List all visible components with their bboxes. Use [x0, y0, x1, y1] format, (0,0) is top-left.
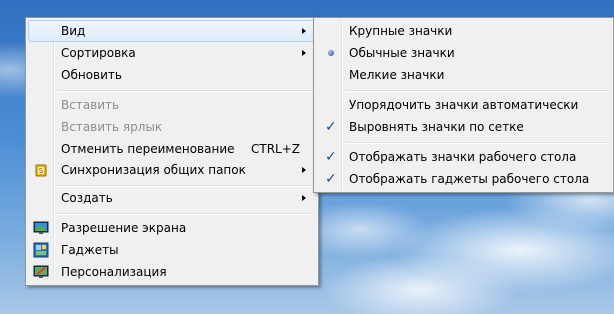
menu-item-label: Отображать значки рабочего стола [349, 150, 577, 164]
menu-item-refresh[interactable]: Обновить [28, 64, 316, 86]
menu-item-undo-rename[interactable]: Отменить переименование CTRL+Z [28, 138, 316, 160]
menu-item-label: Отменить переименование [61, 142, 235, 156]
menu-item-medium-icons[interactable]: Обычные значки [316, 42, 611, 64]
gadgets-icon [33, 242, 49, 258]
menu-item-label: Сортировка [61, 46, 136, 60]
menu-item-large-icons[interactable]: Крупные значки [316, 20, 611, 42]
menu-item-show-gadgets[interactable]: ✓ Отображать гаджеты рабочего стола [316, 168, 611, 190]
menu-item-label: Персонализация [61, 265, 167, 279]
checkmark-icon: ✓ [325, 149, 337, 165]
menu-item-label: Крупные значки [349, 24, 453, 38]
menu-separator [345, 90, 609, 92]
menu-item-small-icons[interactable]: Мелкие значки [316, 64, 611, 86]
menu-item-gadgets[interactable]: Гаджеты [28, 239, 316, 261]
menu-item-label: Мелкие значки [349, 68, 445, 82]
checkmark-icon: ✓ [325, 171, 337, 187]
monitor-icon [33, 221, 49, 234]
menu-item-paste-shortcut[interactable]: Вставить ярлык [28, 116, 316, 138]
menu-item-label: Вставить ярлык [61, 120, 163, 134]
submenu-arrow-icon [302, 28, 306, 34]
menu-item-label: Обычные значки [349, 46, 455, 60]
svg-text:S: S [39, 167, 44, 175]
menu-item-view[interactable]: Вид [28, 20, 316, 42]
sync-folders-icon: S [35, 164, 47, 177]
menu-item-label: Упорядочить значки автоматически [349, 98, 579, 112]
menu-item-screen-resolution[interactable]: Разрешение экрана [28, 217, 316, 239]
menu-item-align-to-grid[interactable]: ✓ Выровнять значки по сетке [316, 116, 611, 138]
menu-item-label: Обновить [61, 68, 122, 82]
menu-item-label: Отображать гаджеты рабочего стола [349, 172, 590, 186]
menu-item-auto-arrange[interactable]: Упорядочить значки автоматически [316, 94, 611, 116]
menu-item-personalize[interactable]: Персонализация [28, 261, 316, 283]
menu-item-label: Создать [61, 191, 113, 205]
menu-item-label: Синхронизация общих папок [61, 163, 246, 177]
menu-item-label: Вид [61, 24, 86, 38]
personalize-icon [33, 265, 49, 278]
menu-item-create[interactable]: Создать [28, 187, 316, 209]
checkmark-icon: ✓ [325, 119, 337, 135]
desktop-context-menu: Вид Сортировка Обновить Вставить Вставит… [25, 17, 319, 286]
radio-bullet-icon [328, 50, 334, 56]
menu-item-label: Гаджеты [61, 243, 119, 257]
view-submenu: Крупные значки Обычные значки Мелкие зна… [313, 17, 614, 193]
menu-item-show-desktop-icons[interactable]: ✓ Отображать значки рабочего стола [316, 146, 611, 168]
keyboard-shortcut: CTRL+Z [250, 142, 300, 156]
submenu-arrow-icon [302, 50, 306, 56]
menu-separator [57, 90, 314, 92]
menu-item-paste[interactable]: Вставить [28, 94, 316, 116]
submenu-arrow-icon [302, 167, 306, 173]
menu-separator [57, 213, 314, 215]
menu-item-sort[interactable]: Сортировка [28, 42, 316, 64]
menu-separator [345, 142, 609, 144]
menu-item-label: Выровнять значки по сетке [349, 120, 524, 134]
menu-item-sync-shared-folders[interactable]: S Синхронизация общих папок [28, 159, 316, 181]
menu-item-label: Вставить [61, 98, 120, 112]
menu-item-label: Разрешение экрана [61, 221, 187, 235]
submenu-arrow-icon [302, 195, 306, 201]
